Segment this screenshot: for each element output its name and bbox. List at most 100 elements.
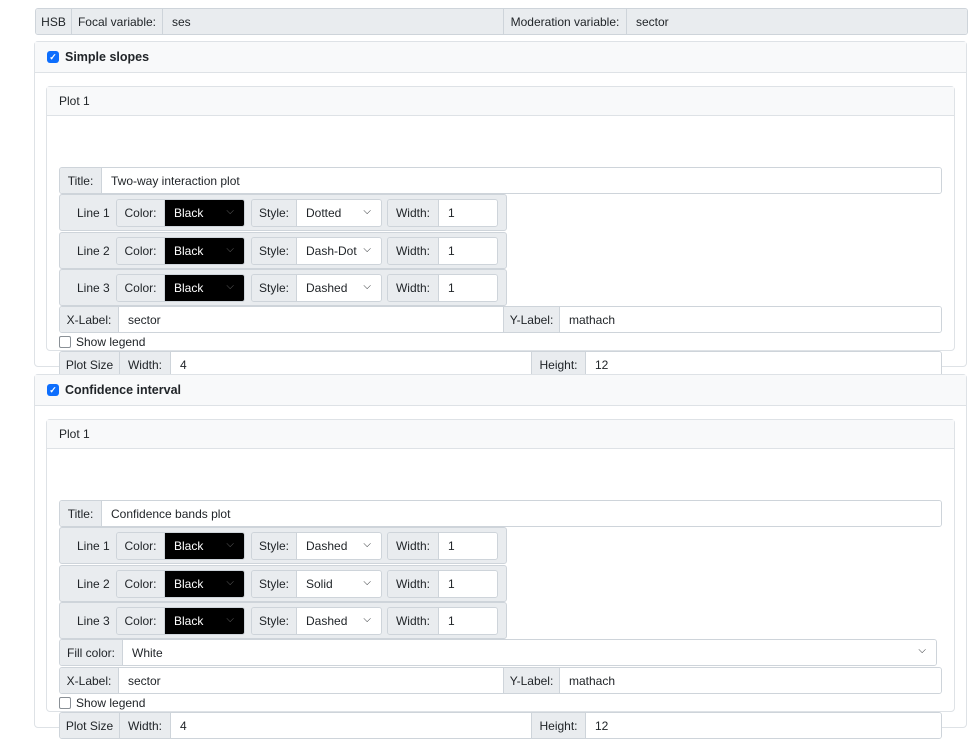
title-input[interactable]: Confidence bands plot <box>102 501 941 526</box>
checkbox-box[interactable] <box>59 697 71 709</box>
color-select[interactable]: Black ⌵ <box>165 200 244 226</box>
style-select[interactable]: Solid ⌵ <box>297 570 381 597</box>
plot-height-label: Height: <box>531 713 586 738</box>
style-select[interactable]: Dashed ⌵ <box>297 275 381 301</box>
title-label: Title: <box>60 501 102 526</box>
section-heading: Simple slopes <box>65 50 150 64</box>
color-value: Black <box>174 539 204 553</box>
y-label-label: Y-Label: <box>503 307 560 332</box>
section-checkbox[interactable]: ✓ <box>47 51 59 63</box>
color-value: Black <box>174 281 204 295</box>
style-group: Style: Dashed ⌵ <box>251 532 382 560</box>
color-value: Black <box>174 206 204 220</box>
chevron-down-icon: ⌵ <box>363 206 371 217</box>
line-1-row: Line 1 Color: Black ⌵ Style: Dashed ⌵ Width:… <box>59 527 507 564</box>
color-group: Color: Black ⌵ <box>116 236 245 265</box>
style-group: Style: Dashed ⌵ <box>251 607 382 635</box>
show-legend-checkbox[interactable]: Show legend <box>59 335 145 349</box>
width-input[interactable]: 1 <box>439 200 497 226</box>
style-label: Style: <box>252 570 297 597</box>
y-label-input[interactable]: mathach <box>560 307 941 332</box>
color-group: Color: Black ⌵ <box>116 532 245 560</box>
x-label-input[interactable]: sector <box>119 307 503 332</box>
plot-height-input[interactable]: 12 <box>586 713 941 738</box>
width-label: Width: <box>388 275 439 301</box>
style-group: Style: Dashed ⌵ <box>251 274 382 302</box>
width-input[interactable]: 1 <box>439 237 497 264</box>
checkbox-box[interactable] <box>59 336 71 348</box>
color-select[interactable]: Black ⌵ <box>165 237 244 264</box>
style-value: Dashed <box>306 614 348 628</box>
style-value: Dash-Dot <box>306 243 357 258</box>
width-group: Width: 1 <box>387 236 498 265</box>
color-label: Color: <box>117 533 165 559</box>
line-label: Line 1 <box>77 206 110 220</box>
section-heading: Confidence interval <box>65 383 181 397</box>
style-label: Style: <box>252 275 297 301</box>
color-group: Color: Black ⌵ <box>116 569 245 598</box>
line-2-row: Line 2 Color: Black ⌵ Style: Solid ⌵ Width: 1 <box>59 564 507 602</box>
line-label: Line 3 <box>77 614 110 628</box>
color-value: Black <box>174 614 204 628</box>
style-label: Style: <box>252 200 297 226</box>
width-label: Width: <box>388 608 439 634</box>
chevron-down-icon: ⌵ <box>363 614 371 625</box>
title-input[interactable]: Two-way interaction plot <box>102 168 941 193</box>
style-label: Style: <box>252 608 297 634</box>
color-select[interactable]: Black ⌵ <box>165 608 244 634</box>
show-legend-label: Show legend <box>76 696 146 710</box>
line-label: Line 2 <box>77 243 110 258</box>
width-group: Width: 1 <box>387 569 498 598</box>
color-group: Color: Black ⌵ <box>116 274 245 302</box>
line-3-row: Line 3 Color: Black ⌵ Style: Dashed ⌵ Width:… <box>59 602 507 639</box>
plot-width-label: Width: <box>120 713 171 738</box>
width-input[interactable]: 1 <box>439 570 497 597</box>
chevron-down-icon: ⌵ <box>226 539 234 550</box>
color-label: Color: <box>117 275 165 301</box>
width-input[interactable]: 1 <box>439 275 497 301</box>
moderation-variable-value: sector <box>627 9 967 34</box>
focal-variable-value: ses <box>163 9 504 34</box>
color-label: Color: <box>117 570 165 597</box>
focal-variable-label: Focal variable: <box>72 9 163 34</box>
style-select[interactable]: Dash-Dot ⌵ <box>297 237 381 264</box>
width-label: Width: <box>388 237 439 264</box>
x-label-label: X-Label: <box>60 307 119 332</box>
style-value: Dotted <box>306 206 342 220</box>
section-header: ✓ Confidence interval <box>35 375 966 406</box>
color-group: Color: Black ⌵ <box>116 199 245 227</box>
color-value: Black <box>174 243 204 258</box>
style-label: Style: <box>252 533 297 559</box>
line-1-row: Line 1 Color: Black ⌵ Style: Dotted ⌵ Width:… <box>59 194 507 231</box>
title-group: Title: Two-way interaction plot <box>59 167 942 194</box>
axis-labels-group: X-Label: sector Y-Label: mathach <box>59 306 942 333</box>
color-select[interactable]: Black ⌵ <box>165 275 244 301</box>
axis-labels-group: X-Label: sector Y-Label: mathach <box>59 667 942 694</box>
width-label: Width: <box>388 570 439 597</box>
x-label-input[interactable]: sector <box>119 668 503 693</box>
style-label: Style: <box>252 237 297 264</box>
color-group: Color: Black ⌵ <box>116 607 245 635</box>
style-select[interactable]: Dotted ⌵ <box>297 200 381 226</box>
chevron-down-icon: ⌵ <box>363 576 371 588</box>
width-input[interactable]: 1 <box>439 608 497 634</box>
plot-width-input[interactable]: 4 <box>171 713 531 738</box>
y-label-input[interactable]: mathach <box>560 668 941 693</box>
color-select[interactable]: Black ⌵ <box>165 570 244 597</box>
plot-size-group: Plot Size Width: 4 Height: 12 <box>59 712 942 739</box>
style-group: Style: Dash-Dot ⌵ <box>251 236 382 265</box>
style-select[interactable]: Dashed ⌵ <box>297 608 381 634</box>
section-checkbox[interactable]: ✓ <box>47 384 59 396</box>
width-input[interactable]: 1 <box>439 533 497 559</box>
line-label: Line 1 <box>77 539 110 553</box>
color-label: Color: <box>117 237 165 264</box>
style-select[interactable]: Dashed ⌵ <box>297 533 381 559</box>
fill-color-select[interactable]: White ⌵ <box>123 640 936 665</box>
color-select[interactable]: Black ⌵ <box>165 533 244 559</box>
chevron-down-icon: ⌵ <box>226 206 234 217</box>
line-label: Line 3 <box>77 281 110 295</box>
color-label: Color: <box>117 200 165 226</box>
color-label: Color: <box>117 608 165 634</box>
dataset-label: HSB <box>36 9 72 34</box>
show-legend-checkbox[interactable]: Show legend <box>59 696 145 710</box>
